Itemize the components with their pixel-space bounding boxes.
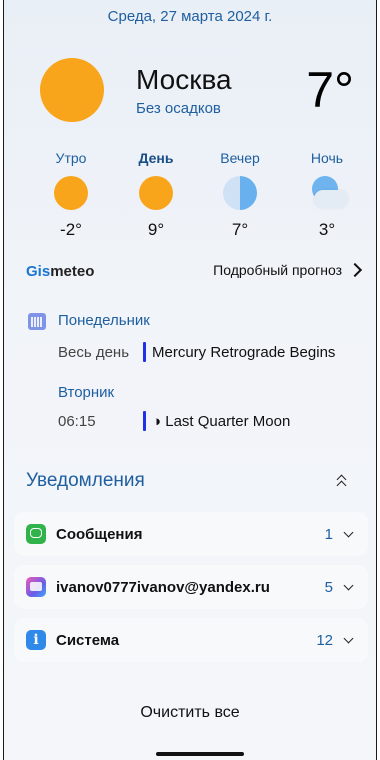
period-temperature: 7° bbox=[231, 220, 249, 239]
event-time: 06:15 bbox=[58, 413, 96, 430]
period-day: День 9° bbox=[116, 150, 196, 240]
system-info-icon: i bbox=[26, 630, 46, 650]
mail-app-icon bbox=[26, 577, 46, 597]
period-label: День bbox=[138, 150, 174, 166]
event-color-bar bbox=[143, 342, 146, 362]
event-title[interactable]: ◑ Last Quarter Moon bbox=[152, 413, 290, 430]
sun-icon bbox=[139, 176, 173, 210]
notification-group-system[interactable]: i Система 12 bbox=[14, 618, 368, 662]
period-morning: Утро -2° bbox=[31, 150, 111, 240]
notification-count: 12 bbox=[316, 631, 333, 649]
period-temperature: 3° bbox=[318, 220, 336, 239]
notification-count: 5 bbox=[324, 578, 333, 596]
chevron-down-icon[interactable] bbox=[343, 633, 354, 643]
chevron-right-icon bbox=[347, 262, 363, 278]
notification-app-name: ivanov0777ivanov@yandex.ru bbox=[56, 578, 270, 596]
messages-app-icon bbox=[26, 524, 46, 544]
detailed-forecast-link[interactable]: Подробный прогноз bbox=[213, 262, 363, 278]
calendar-day-tuesday: Вторник bbox=[58, 384, 115, 401]
period-evening: Вечер 7° bbox=[200, 150, 280, 240]
weather-condition: Без осадков bbox=[136, 100, 221, 117]
notification-group-messages[interactable]: Сообщения 1 bbox=[14, 512, 368, 556]
calendar-day-monday: Понедельник bbox=[58, 312, 150, 329]
notification-app-name: Система bbox=[56, 631, 120, 649]
event-time: Весь день bbox=[58, 344, 130, 361]
notification-group-mail[interactable]: ivanov0777ivanov@yandex.ru 5 bbox=[14, 565, 368, 609]
sun-icon bbox=[54, 176, 88, 210]
chevron-down-icon[interactable] bbox=[343, 527, 354, 537]
chevron-down-icon[interactable] bbox=[343, 580, 354, 590]
notifications-title: Уведомления bbox=[26, 470, 145, 491]
period-temperature: 9° bbox=[147, 220, 165, 239]
period-night: Ночь 3° bbox=[287, 150, 367, 240]
cloud-icon bbox=[310, 176, 348, 210]
provider-logo: Gismeteo bbox=[26, 263, 95, 280]
calendar-icon bbox=[28, 313, 46, 330]
notification-app-name: Сообщения bbox=[56, 525, 143, 543]
clear-all-button[interactable]: Очистить все bbox=[4, 704, 376, 722]
home-indicator[interactable] bbox=[156, 752, 244, 756]
event-title[interactable]: Mercury Retrograde Begins bbox=[152, 344, 335, 361]
period-temperature: -2° bbox=[60, 220, 82, 239]
moon-icon bbox=[223, 176, 257, 210]
city-name: Москва bbox=[136, 64, 232, 95]
period-label: Вечер bbox=[220, 150, 260, 166]
period-label: Ночь bbox=[310, 150, 344, 166]
sun-icon bbox=[40, 58, 104, 122]
notification-count: 1 bbox=[324, 525, 333, 543]
event-color-bar bbox=[143, 411, 146, 431]
notification-shade: Среда, 27 марта 2024 г. Москва Без осадк… bbox=[3, 0, 377, 760]
current-temperature: 7° bbox=[306, 62, 354, 118]
period-label: Утро bbox=[55, 150, 87, 166]
detailed-forecast-label: Подробный прогноз bbox=[213, 262, 342, 278]
date-header[interactable]: Среда, 27 марта 2024 г. bbox=[4, 8, 376, 25]
collapse-all-icon[interactable] bbox=[336, 474, 348, 491]
